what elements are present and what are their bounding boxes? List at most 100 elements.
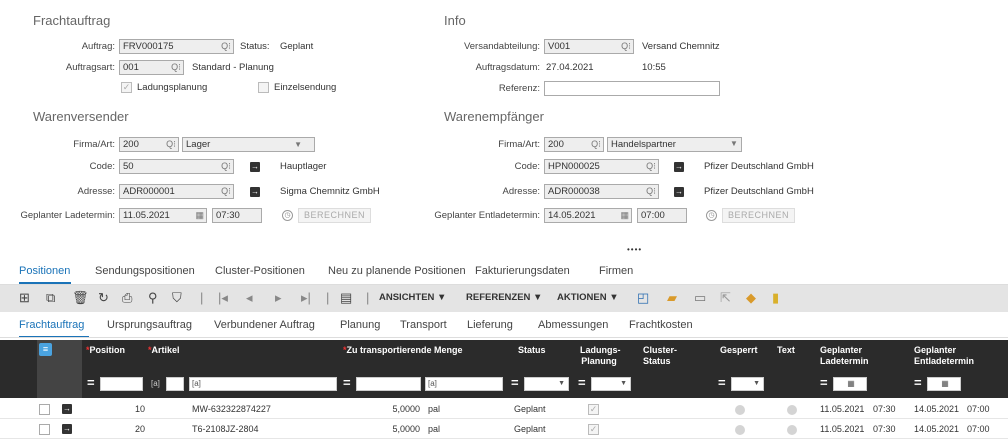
tab-sub-3[interactable]: Planung	[340, 319, 380, 331]
referenz-input[interactable]	[544, 81, 720, 96]
position-filter[interactable]	[100, 377, 143, 391]
code-field[interactable]: HPN000025 Q⁝	[544, 159, 659, 174]
tab-sub-4[interactable]: Transport	[400, 319, 447, 331]
ladetermin-filter[interactable]: ▦	[833, 377, 867, 391]
tab-main-5[interactable]: Firmen	[599, 265, 633, 277]
navigate-icon[interactable]: →	[250, 187, 260, 197]
prev-page-icon[interactable]: ◂	[246, 288, 253, 308]
lookup-icon[interactable]: Q⁝	[591, 138, 601, 151]
export-icon[interactable]: ⇱	[720, 288, 731, 308]
refresh-icon[interactable]: ↻	[98, 288, 109, 308]
ladetermin-time-field[interactable]: 07:30	[212, 208, 262, 223]
navigate-icon[interactable]: →	[674, 187, 684, 197]
col-position[interactable]: *Position	[86, 345, 125, 356]
next-page-icon[interactable]: ▸	[275, 288, 282, 308]
entladetermin-filter[interactable]: ▦	[927, 377, 961, 391]
entladetermin-date-field[interactable]: 14.05.2021 ▦	[544, 208, 632, 223]
folder-icon[interactable]: ▰	[667, 288, 677, 308]
adresse-field[interactable]: ADR000038 Q⁝	[544, 184, 659, 199]
adresse-field[interactable]: ADR000001 Q⁝	[119, 184, 234, 199]
table-row[interactable]: → 10 MW-632322874227 5,0000 pal Geplant …	[0, 400, 1008, 419]
auftrag-field[interactable]: FRV000175 Q⁝	[119, 39, 234, 54]
firma-type-select[interactable]: Lager ▼	[182, 137, 315, 152]
table-row[interactable]: → 20 T6-2108JZ-2804 5,0000 pal Geplant ✓…	[0, 420, 1008, 439]
first-page-icon[interactable]: |◂	[218, 288, 228, 308]
lookup-icon[interactable]: Q⁝	[646, 160, 656, 173]
row-checkbox[interactable]	[39, 424, 50, 435]
ladungsplanung-filter[interactable]: ▼	[591, 377, 631, 391]
lookup-icon[interactable]: Q⁝	[221, 40, 231, 53]
add-icon[interactable]: ⊞	[19, 288, 30, 308]
firma-field[interactable]: 200 Q⁝	[544, 137, 604, 152]
tab-sub-7[interactable]: Frachtkosten	[629, 319, 693, 331]
col-entladetermin[interactable]: Geplanter Entladetermin	[914, 345, 974, 367]
ladungsplanung-checkbox[interactable]: ✓	[121, 82, 132, 93]
referenzen-menu[interactable]: REFERENZEN ▼	[466, 291, 542, 305]
open-detail-icon[interactable]: →	[62, 404, 72, 414]
delete-icon[interactable]: 🗑	[72, 288, 89, 308]
tab-sub-1[interactable]: Ursprungsauftrag	[107, 319, 192, 331]
tab-sub-5[interactable]: Lieferung	[467, 319, 513, 331]
ladetermin-date-field[interactable]: 11.05.2021 ▦	[119, 208, 207, 223]
calendar-icon[interactable]: ▦	[620, 209, 629, 222]
firma-field[interactable]: 200 Q⁝	[119, 137, 179, 152]
col-menge[interactable]: *Zu transportierende Menge	[343, 345, 463, 356]
navigate-icon[interactable]: →	[674, 162, 684, 172]
tab-sub-2[interactable]: Verbundener Auftrag	[214, 319, 315, 331]
lookup-icon[interactable]: Q⁝	[646, 185, 656, 198]
lookup-icon[interactable]: Q⁝	[221, 160, 231, 173]
berechnen-button[interactable]: BERECHNEN	[298, 208, 372, 223]
col-status[interactable]: Status	[518, 345, 546, 356]
gesperrt-filter[interactable]: ▼	[731, 377, 764, 391]
tab-main-0[interactable]: Positionen	[19, 265, 70, 277]
artikel-filter[interactable]: [a]	[189, 377, 337, 391]
lookup-icon[interactable]: Q⁝	[166, 138, 176, 151]
col-ladetermin[interactable]: Geplanter Ladetermin	[820, 345, 869, 367]
code-field[interactable]: 50 Q⁝	[119, 159, 234, 174]
versandabteilung-field[interactable]: V001 Q⁝	[544, 39, 634, 54]
tab-main-2[interactable]: Cluster-Positionen	[215, 265, 305, 277]
col-text[interactable]: Text	[777, 345, 795, 356]
lookup-icon[interactable]: Q⁝	[221, 185, 231, 198]
calendar-icon[interactable]: ▤	[340, 288, 352, 308]
document-icon[interactable]: ▭	[694, 288, 706, 308]
filter-icon[interactable]: ⛉	[172, 288, 182, 308]
col-cluster-status[interactable]: Cluster- Status	[643, 345, 677, 367]
firma-type-select[interactable]: Handelspartner	[607, 137, 742, 152]
tab-sub-6[interactable]: Abmessungen	[538, 319, 608, 331]
entladetermin-time-field[interactable]: 07:00	[637, 208, 687, 223]
einzelsendung-checkbox[interactable]	[258, 82, 269, 93]
col-ladungsplanung[interactable]: Ladungs- Planung	[580, 345, 621, 367]
tab-sub-0[interactable]: Frachtauftrag	[19, 319, 84, 331]
einheit-filter[interactable]: [a]	[425, 377, 503, 391]
ansichten-menu[interactable]: ANSICHTEN ▼	[379, 291, 446, 305]
print-icon[interactable]: ⎙	[122, 288, 132, 308]
chart-icon[interactable]: ◰	[637, 288, 649, 308]
tab-main-1[interactable]: Sendungspositionen	[95, 265, 195, 277]
note-icon[interactable]: ▮	[772, 288, 779, 308]
artikel-filter-box[interactable]	[166, 377, 184, 391]
lookup-icon[interactable]: Q⁝	[621, 40, 631, 53]
aktionen-menu[interactable]: AKTIONEN ▼	[557, 291, 619, 305]
clock-icon[interactable]: ◷	[706, 210, 717, 221]
calendar-icon[interactable]: ▦	[195, 209, 204, 222]
lookup-icon[interactable]: Q⁝	[171, 61, 181, 74]
search-icon[interactable]: ⚲	[148, 288, 158, 308]
row-checkbox[interactable]	[39, 404, 50, 415]
open-detail-icon[interactable]: →	[62, 424, 72, 434]
menge-filter[interactable]	[356, 377, 421, 391]
clock-icon[interactable]: ◷	[282, 210, 293, 221]
copy-icon[interactable]: ⧉	[46, 288, 55, 308]
auftragsart-field[interactable]: 001 Q⁝	[119, 60, 184, 75]
col-gesperrt[interactable]: Gesperrt	[720, 345, 758, 356]
tab-main-3[interactable]: Neu zu planende Positionen	[328, 265, 466, 277]
attachment-icon[interactable]: ◆	[746, 288, 756, 308]
more-indicator[interactable]: ••••	[627, 245, 642, 254]
last-page-icon[interactable]: ▸|	[301, 288, 311, 308]
navigate-icon[interactable]: →	[250, 162, 260, 172]
col-artikel[interactable]: *Artikel	[148, 345, 180, 356]
berechnen-button[interactable]: BERECHNEN	[722, 208, 796, 223]
select-all-icon[interactable]: ≡	[39, 343, 52, 356]
tab-main-4[interactable]: Fakturierungsdaten	[475, 265, 570, 277]
status-filter[interactable]: ▼	[524, 377, 569, 391]
